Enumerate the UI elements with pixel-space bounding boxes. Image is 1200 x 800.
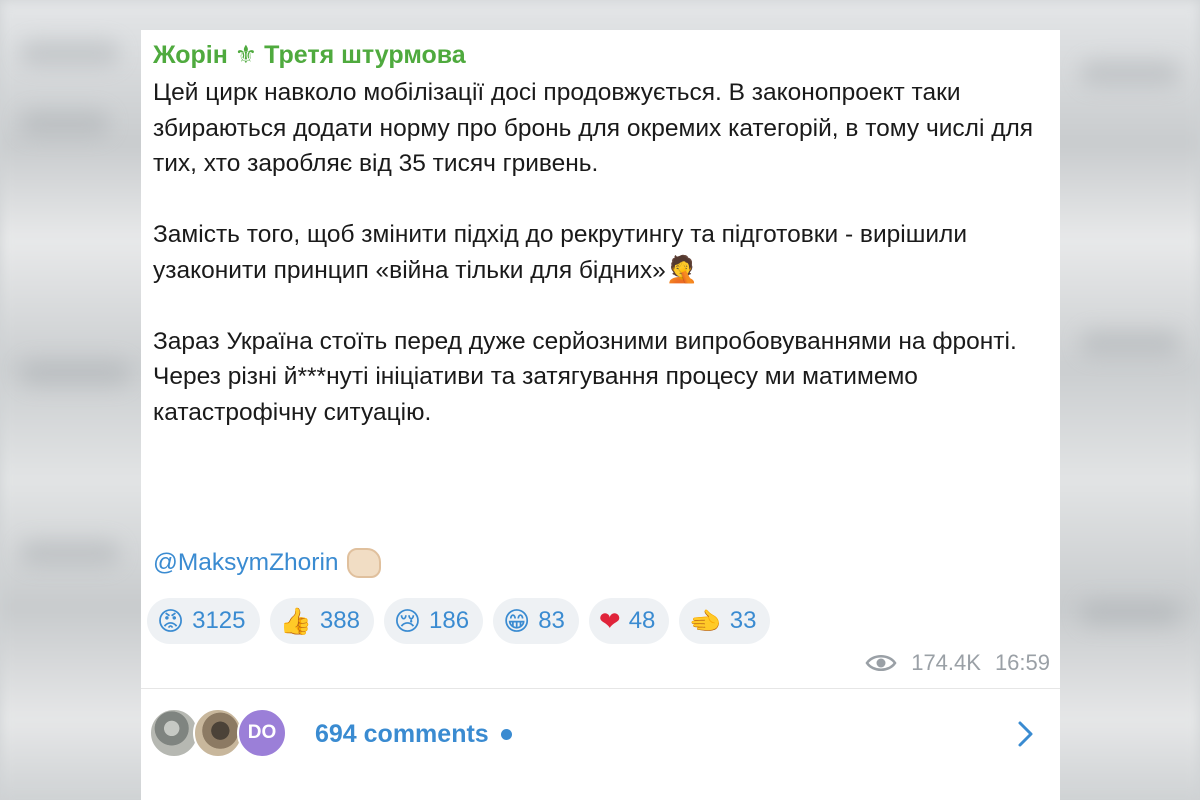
reaction-crying[interactable]: 😢 186 xyxy=(383,598,484,644)
angry-face-icon: 😡 xyxy=(157,606,185,636)
avatar: DO xyxy=(237,708,287,758)
blurred-background-text xyxy=(20,540,120,566)
post-text: Цей цирк навколо мобілізації досі продов… xyxy=(153,75,1053,430)
crying-face-icon: 😢 xyxy=(393,606,422,636)
reaction-hand[interactable]: 🫲 33 xyxy=(679,598,771,644)
post-paragraph-text: Замість того, щоб змінити підхід до рекр… xyxy=(153,221,968,284)
blurred-background-text xyxy=(20,360,130,386)
thumbs-up-icon: 👍 xyxy=(279,606,312,636)
reaction-count: 186 xyxy=(429,607,470,634)
reaction-count: 388 xyxy=(319,607,360,634)
avatar xyxy=(149,708,199,758)
post-paragraph: Замість того, щоб змінити підхід до рекр… xyxy=(153,217,1053,288)
eye-icon xyxy=(865,655,897,671)
view-count: 174.4K xyxy=(911,650,981,675)
comments-button[interactable]: DO 694 comments xyxy=(141,689,1060,779)
avatar xyxy=(193,708,243,758)
reaction-count: 3125 xyxy=(192,607,246,634)
channel-post: Жорін ⚜ Третя штурмова Цей цирк навколо … xyxy=(141,30,1060,800)
blurred-background-text xyxy=(1080,60,1180,86)
comments-count: 694 comments xyxy=(315,719,489,748)
grinning-face-icon: 😁 xyxy=(503,606,531,636)
reaction-thumbs-up[interactable]: 👍 388 xyxy=(269,598,374,644)
commenter-avatars: DO xyxy=(149,708,299,760)
red-heart-icon: ❤ xyxy=(598,606,621,636)
reaction-count: 83 xyxy=(538,607,565,634)
hand-icon: 🫲 xyxy=(689,606,722,636)
post-time: 16:59 xyxy=(994,650,1050,675)
post-author[interactable]: Жорін ⚜ Третя штурмова xyxy=(153,40,466,70)
post-paragraph: Зараз Україна стоїть перед дуже серйозни… xyxy=(153,327,1017,426)
mention-row: @MaksymZhorin xyxy=(153,548,381,578)
fist-bump-icon xyxy=(346,548,381,578)
reaction-grin[interactable]: 😁 83 xyxy=(493,598,579,644)
blurred-background-text xyxy=(20,40,120,66)
reaction-count: 33 xyxy=(729,607,757,634)
blurred-background-text xyxy=(1080,330,1180,356)
reaction-angry[interactable]: 😡 3125 xyxy=(147,598,260,644)
reactions-bar: 😡 3125 👍 388 😢 186 😁 83 ❤ 48 🫲 33 xyxy=(147,598,771,644)
unread-dot xyxy=(500,728,512,740)
mention-link[interactable]: @MaksymZhorin xyxy=(153,549,339,577)
post-meta: 174.4K 16:59 xyxy=(865,650,1050,676)
blurred-background-text xyxy=(20,110,110,136)
facepalm-icon: 🤦 xyxy=(665,253,699,284)
reaction-count: 48 xyxy=(628,607,656,634)
chevron-right-icon[interactable] xyxy=(1010,719,1040,749)
reaction-heart[interactable]: ❤ 48 xyxy=(588,598,670,644)
blurred-background-text xyxy=(1080,600,1180,626)
post-paragraph: Цей цирк навколо мобілізації досі продов… xyxy=(153,79,1034,177)
